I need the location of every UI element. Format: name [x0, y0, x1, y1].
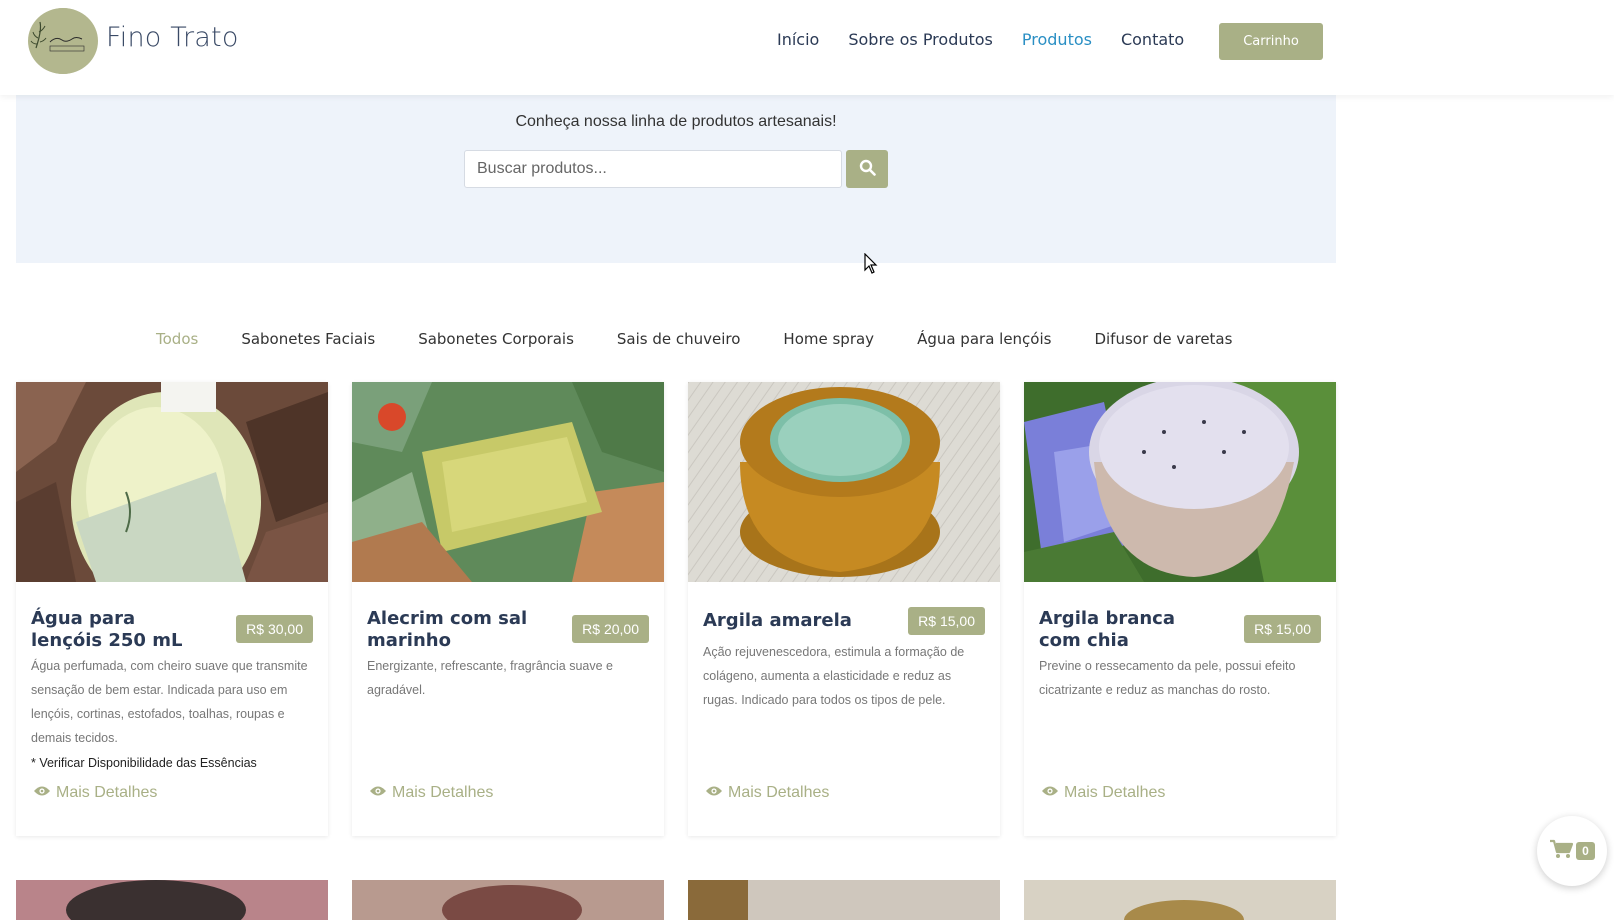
brand-logo[interactable] — [28, 8, 98, 74]
product-description: Água perfumada, com cheiro suave que tra… — [31, 659, 308, 745]
tab-difusor-de-varetas[interactable]: Difusor de varetas — [1094, 330, 1232, 348]
product-description: Energizante, refrescante, fragrância sua… — [367, 659, 613, 697]
more-details-label: Mais Detalhes — [392, 784, 494, 801]
search-hero: Conheça nossa linha de produtos artesana… — [16, 95, 1336, 263]
product-card: Argila amarela R$ 15,00 Ação rejuvenesce… — [688, 382, 1000, 836]
nav-sobre-produtos[interactable]: Sobre os Produtos — [848, 30, 993, 49]
tab-home-spray[interactable]: Home spray — [783, 330, 874, 348]
product-price: R$ 30,00 — [236, 615, 313, 643]
nav-inicio[interactable]: Início — [777, 30, 819, 49]
tab-sabonetes-corporais[interactable]: Sabonetes Corporais — [418, 330, 574, 348]
product-image[interactable] — [16, 880, 328, 920]
shopping-cart-icon — [1549, 839, 1574, 864]
category-tabs: Todos Sabonetes Faciais Sabonetes Corpor… — [156, 330, 1275, 348]
product-card: Alecrim com sal marinho R$ 20,00 Energiz… — [352, 382, 664, 836]
eye-icon — [33, 784, 51, 802]
product-title[interactable]: Alecrim com sal marinho — [367, 608, 542, 652]
nav-produtos[interactable]: Produtos — [1022, 30, 1092, 49]
tab-agua-para-lencois[interactable]: Água para lençóis — [917, 330, 1051, 348]
product-image[interactable] — [1024, 382, 1336, 582]
eye-icon — [705, 784, 723, 802]
product-price: R$ 15,00 — [1244, 615, 1321, 643]
nav-contato[interactable]: Contato — [1121, 30, 1184, 49]
tab-todos[interactable]: Todos — [156, 330, 198, 348]
product-title[interactable]: Argila amarela — [703, 610, 878, 632]
tab-sabonetes-faciais[interactable]: Sabonetes Faciais — [241, 330, 375, 348]
product-card: Argila branca com chia R$ 15,00 Previne … — [1024, 382, 1336, 836]
eye-icon — [369, 784, 387, 802]
product-title[interactable]: Argila branca com chia — [1039, 608, 1214, 652]
more-details-label: Mais Detalhes — [1064, 784, 1166, 801]
more-details-label: Mais Detalhes — [56, 784, 158, 801]
product-image[interactable] — [688, 880, 1000, 920]
search-icon — [859, 159, 876, 179]
cart-button[interactable]: Carrinho — [1219, 23, 1323, 60]
product-image[interactable] — [16, 382, 328, 582]
eye-icon — [1041, 784, 1059, 802]
product-image[interactable] — [352, 382, 664, 582]
product-title[interactable]: Água para lençóis 250 mL — [31, 608, 206, 652]
product-price: R$ 15,00 — [908, 607, 985, 635]
more-details-link[interactable]: Mais Detalhes — [33, 784, 157, 802]
more-details-link[interactable]: Mais Detalhes — [1041, 784, 1165, 802]
product-description: Ação rejuvenescedora, estimula a formaçã… — [703, 645, 965, 707]
more-details-link[interactable]: Mais Detalhes — [369, 784, 493, 802]
product-note: * Verificar Disponibilidade das Essência… — [31, 756, 257, 770]
product-card: Água para lençóis 250 mL R$ 30,00 Água p… — [16, 382, 328, 836]
product-image[interactable] — [1024, 880, 1336, 920]
main-nav: Início Sobre os Produtos Produtos Contat… — [777, 30, 1213, 49]
product-price: R$ 20,00 — [572, 615, 649, 643]
more-details-link[interactable]: Mais Detalhes — [705, 784, 829, 802]
hero-text: Conheça nossa linha de produtos artesana… — [515, 113, 837, 130]
product-description: Previne o ressecamento da pele, possui e… — [1039, 659, 1296, 697]
brand-name[interactable]: Fino Trato — [106, 22, 239, 53]
search-button[interactable] — [846, 150, 888, 188]
tab-sais-de-chuveiro[interactable]: Sais de chuveiro — [617, 330, 741, 348]
search-input[interactable] — [464, 150, 842, 188]
cart-count-badge: 0 — [1576, 842, 1595, 860]
product-image[interactable] — [352, 880, 664, 920]
more-details-label: Mais Detalhes — [728, 784, 830, 801]
product-image[interactable] — [688, 382, 1000, 582]
floating-cart-button[interactable]: 0 — [1537, 816, 1607, 886]
mouse-cursor-icon — [864, 252, 878, 280]
site-header: Fino Trato Início Sobre os Produtos Prod… — [0, 0, 1614, 95]
